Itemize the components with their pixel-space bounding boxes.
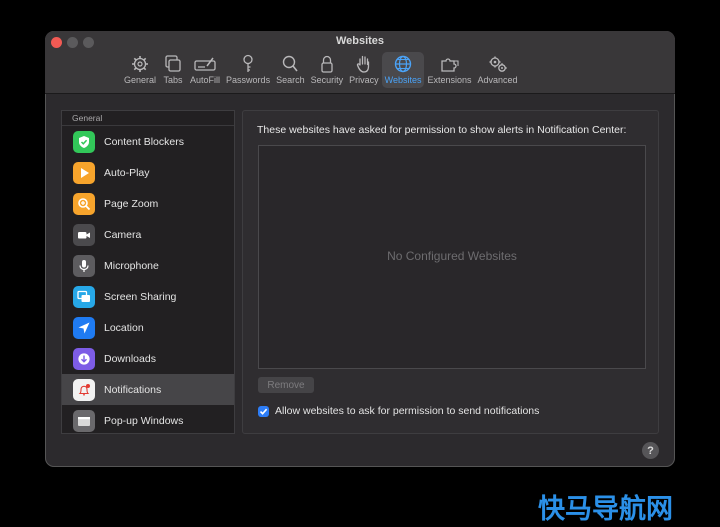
- screen-sharing-icon: [73, 285, 95, 308]
- sidebar-item-auto-play[interactable]: Auto-Play: [62, 157, 234, 188]
- notification-bell-icon: [73, 378, 95, 401]
- preferences-toolbar: General Tabs AutoFill Passwords Search S…: [121, 52, 521, 90]
- sidebar-item-label: Screen Sharing: [104, 290, 177, 303]
- tab-security-label: Security: [310, 75, 344, 85]
- tabs-icon: [162, 54, 184, 74]
- sidebar-item-pop-up-windows[interactable]: Pop-up Windows: [62, 405, 234, 433]
- sidebar-item-label: Auto-Play: [104, 166, 150, 179]
- sidebar-item-label: Microphone: [104, 259, 159, 272]
- sidebar-item-microphone[interactable]: Microphone: [62, 250, 234, 281]
- tab-security[interactable]: Security: [308, 52, 347, 88]
- notifications-panel: These websites have asked for permission…: [242, 110, 659, 434]
- tab-autofill[interactable]: AutoFill: [187, 52, 223, 88]
- checkmark-icon: [259, 408, 268, 415]
- autofill-icon: [194, 54, 216, 74]
- tab-general[interactable]: General: [121, 52, 159, 88]
- globe-icon: [392, 54, 414, 74]
- gear-icon: [129, 54, 151, 74]
- lock-icon: [316, 54, 338, 74]
- zoom-icon: [73, 192, 95, 215]
- titlebar: Websites General Tabs AutoFill Passwords…: [45, 31, 675, 94]
- sidebar-item-downloads[interactable]: Downloads: [62, 343, 234, 374]
- location-arrow-icon: [73, 316, 95, 339]
- remove-button[interactable]: Remove: [258, 377, 314, 393]
- sidebar-item-label: Notifications: [104, 383, 162, 396]
- empty-list-message: No Configured Websites: [387, 249, 517, 263]
- tab-privacy-label: Privacy: [349, 75, 379, 85]
- sidebar-item-page-zoom[interactable]: Page Zoom: [62, 188, 234, 219]
- tab-extensions-label: Extensions: [427, 75, 472, 85]
- sidebar-item-label: Downloads: [104, 352, 156, 365]
- puzzle-icon: [439, 54, 461, 74]
- tab-autofill-label: AutoFill: [190, 75, 221, 85]
- help-button[interactable]: ?: [642, 442, 659, 459]
- tab-privacy[interactable]: Privacy: [346, 52, 382, 88]
- allow-notifications-label: Allow websites to ask for permission to …: [275, 405, 540, 417]
- camera-icon: [73, 223, 95, 246]
- sidebar-item-label: Camera: [104, 228, 142, 241]
- key-icon: [237, 54, 259, 74]
- tab-general-label: General: [124, 75, 157, 85]
- watermark-text: 快马导航网: [538, 494, 673, 525]
- sidebar-item-location[interactable]: Location: [62, 312, 234, 343]
- allow-notifications-checkbox[interactable]: [258, 405, 269, 417]
- allow-notifications-row[interactable]: Allow websites to ask for permission to …: [258, 405, 539, 417]
- sidebar-section-header: General: [62, 111, 234, 126]
- tab-tabs-label: Tabs: [163, 75, 183, 85]
- sidebar-item-notifications[interactable]: Notifications: [62, 374, 234, 405]
- tab-extensions[interactable]: Extensions: [424, 52, 474, 88]
- websites-sidebar: General Content Blockers Auto-Play Page …: [61, 110, 235, 434]
- preferences-window: Websites General Tabs AutoFill Passwords…: [45, 31, 675, 467]
- websites-list[interactable]: No Configured Websites: [258, 145, 646, 369]
- gears-icon: [487, 54, 509, 74]
- tab-passwords[interactable]: Passwords: [223, 52, 273, 88]
- popup-windows-icon: [73, 409, 95, 432]
- sidebar-item-label: Page Zoom: [104, 197, 159, 210]
- hand-icon: [353, 54, 375, 74]
- tab-advanced-label: Advanced: [477, 75, 518, 85]
- permission-description: These websites have asked for permission…: [257, 124, 627, 136]
- tab-advanced[interactable]: Advanced: [475, 52, 521, 88]
- search-icon: [279, 54, 301, 74]
- sidebar-item-content-blockers[interactable]: Content Blockers: [62, 126, 234, 157]
- tab-websites-label: Websites: [384, 75, 422, 85]
- tab-search-label: Search: [276, 75, 305, 85]
- sidebar-item-label: Content Blockers: [104, 135, 184, 148]
- sidebar-item-camera[interactable]: Camera: [62, 219, 234, 250]
- play-icon: [73, 161, 95, 184]
- tab-websites[interactable]: Websites: [381, 52, 425, 88]
- sidebar-item-label: Location: [104, 321, 144, 334]
- sidebar-item-screen-sharing[interactable]: Screen Sharing: [62, 281, 234, 312]
- window-title: Websites: [335, 35, 385, 47]
- shield-check-icon: [73, 130, 95, 153]
- download-icon: [73, 347, 95, 370]
- tab-tabs[interactable]: Tabs: [159, 52, 187, 88]
- tab-search[interactable]: Search: [273, 52, 308, 88]
- sidebar-item-label: Pop-up Windows: [104, 414, 184, 427]
- microphone-icon: [73, 254, 95, 277]
- tab-passwords-label: Passwords: [226, 75, 271, 85]
